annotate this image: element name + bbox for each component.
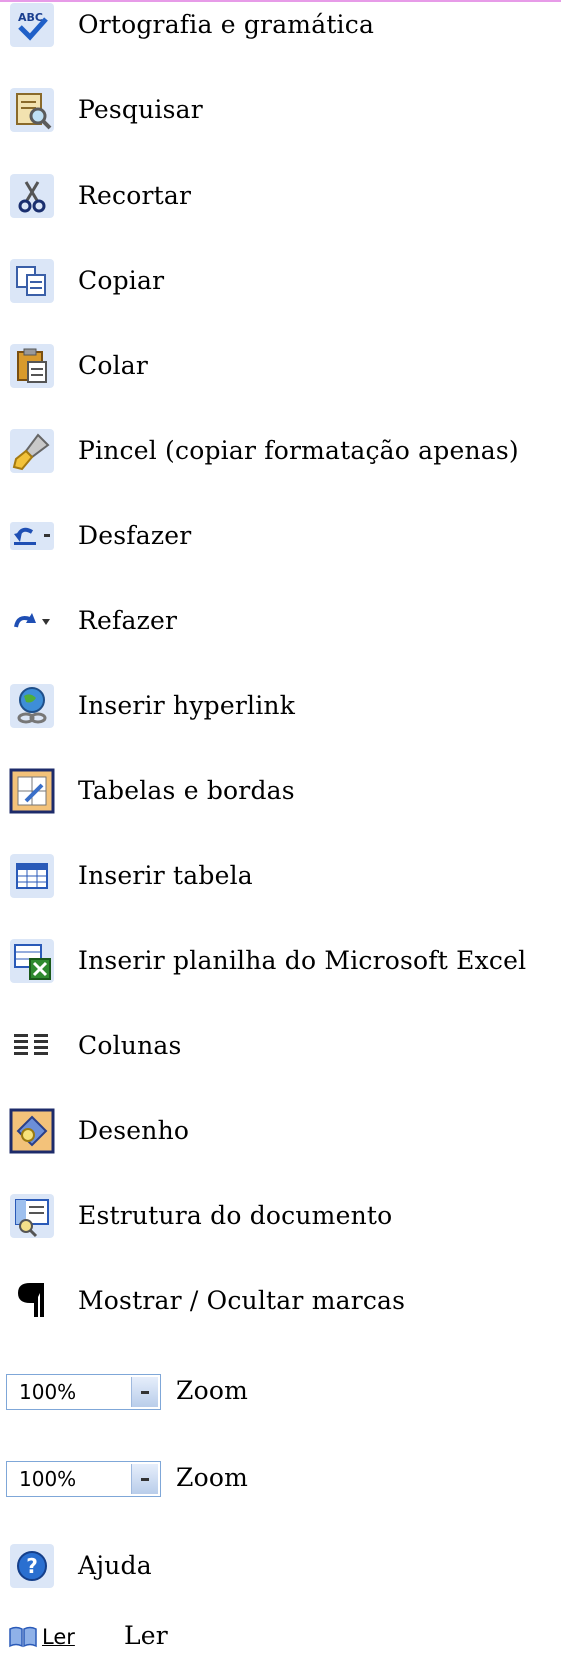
document-map-icon bbox=[8, 1192, 56, 1240]
toolbar-item-label: Inserir tabela bbox=[78, 861, 253, 890]
zoom-row: 100% Zoom bbox=[0, 1361, 561, 1421]
toolbar-item-insert-table[interactable]: Inserir tabela bbox=[0, 846, 561, 906]
toolbar-item-label: Mostrar / Ocultar marcas bbox=[78, 1286, 406, 1315]
zoom-value[interactable]: 100% bbox=[19, 1466, 76, 1492]
zoom-value[interactable]: 100% bbox=[19, 1379, 76, 1405]
toolbar-item-label: Ler bbox=[124, 1621, 168, 1650]
toolbar-item-read[interactable]: Ler Ler bbox=[0, 1606, 561, 1665]
toolbar-item-label: Recortar bbox=[78, 181, 192, 210]
excel-sheet-icon bbox=[8, 937, 56, 985]
toolbar-item-label: Pesquisar bbox=[78, 95, 203, 124]
copy-icon bbox=[8, 257, 56, 305]
toolbar-item-paste[interactable]: Colar bbox=[0, 336, 561, 396]
toolbar-item-drawing[interactable]: Desenho bbox=[0, 1101, 561, 1161]
toolbar-item-label: Refazer bbox=[78, 606, 178, 635]
toolbar-item-spelling[interactable]: ABC Ortografia e gramática bbox=[0, 0, 561, 55]
read-button-text: Ler bbox=[42, 1625, 75, 1649]
toolbar-item-label: Desfazer bbox=[78, 521, 192, 550]
zoom-combobox[interactable]: 100% bbox=[6, 1461, 161, 1497]
insert-table-icon bbox=[8, 852, 56, 900]
toolbar-item-help[interactable]: ? Ajuda bbox=[0, 1536, 561, 1596]
toolbar-item-cut[interactable]: Recortar bbox=[0, 166, 561, 226]
columns-icon bbox=[8, 1022, 56, 1070]
toolbar-item-hyperlink[interactable]: Inserir hyperlink bbox=[0, 676, 561, 736]
toolbar-item-research[interactable]: Pesquisar bbox=[0, 80, 561, 140]
hyperlink-icon bbox=[8, 682, 56, 730]
svg-text:?: ? bbox=[26, 1554, 38, 1578]
tables-borders-icon bbox=[8, 767, 56, 815]
spelling-icon: ABC bbox=[8, 1, 56, 49]
format-painter-icon bbox=[8, 427, 56, 475]
drawing-icon bbox=[8, 1107, 56, 1155]
redo-icon bbox=[8, 597, 56, 645]
toolbar-item-label: Colunas bbox=[78, 1031, 182, 1060]
zoom-row: 100% Zoom bbox=[0, 1448, 561, 1508]
chevron-down-icon[interactable] bbox=[131, 1377, 158, 1407]
toolbar-item-tables-borders[interactable]: Tabelas e bordas bbox=[0, 761, 561, 821]
toolbar-item-label: Copiar bbox=[78, 266, 165, 295]
zoom-combobox[interactable]: 100% bbox=[6, 1374, 161, 1410]
toolbar-item-undo[interactable]: Desfazer bbox=[0, 506, 561, 566]
toolbar-item-label: Colar bbox=[78, 351, 149, 380]
toolbar-item-columns[interactable]: Colunas bbox=[0, 1016, 561, 1076]
undo-icon bbox=[8, 512, 56, 560]
toolbar-item-label: Pincel (copiar formatação apenas) bbox=[78, 436, 519, 465]
toolbar-item-redo[interactable]: Refazer bbox=[0, 591, 561, 651]
toolbar-item-label: Inserir planilha do Microsoft Excel bbox=[78, 946, 527, 975]
zoom-label: Zoom bbox=[176, 1376, 248, 1405]
toolbar-item-label: Ortografia e gramática bbox=[78, 10, 375, 39]
toolbar-item-label: Inserir hyperlink bbox=[78, 691, 296, 720]
pilcrow-icon bbox=[8, 1277, 56, 1325]
chevron-down-icon[interactable] bbox=[131, 1464, 158, 1494]
toolbar-item-label: Estrutura do documento bbox=[78, 1201, 393, 1230]
help-icon: ? bbox=[8, 1542, 56, 1590]
toolbar-item-label: Tabelas e bordas bbox=[78, 776, 295, 805]
paste-icon bbox=[8, 342, 56, 390]
zoom-label: Zoom bbox=[176, 1463, 248, 1492]
toolbar-item-document-map[interactable]: Estrutura do documento bbox=[0, 1186, 561, 1246]
toolbar-item-format-painter[interactable]: Pincel (copiar formatação apenas) bbox=[0, 421, 561, 481]
book-icon bbox=[8, 1626, 38, 1648]
toolbar-item-label: Desenho bbox=[78, 1116, 190, 1145]
read-button[interactable]: Ler bbox=[8, 1622, 94, 1652]
research-icon bbox=[8, 86, 56, 134]
svg-text:ABC: ABC bbox=[18, 11, 43, 24]
toolbar-item-copy[interactable]: Copiar bbox=[0, 251, 561, 311]
toolbar-item-label: Ajuda bbox=[78, 1551, 152, 1580]
toolbar-item-insert-excel[interactable]: Inserir planilha do Microsoft Excel bbox=[0, 931, 561, 991]
scissors-icon bbox=[8, 172, 56, 220]
toolbar-item-show-hide-marks[interactable]: Mostrar / Ocultar marcas bbox=[0, 1271, 561, 1331]
